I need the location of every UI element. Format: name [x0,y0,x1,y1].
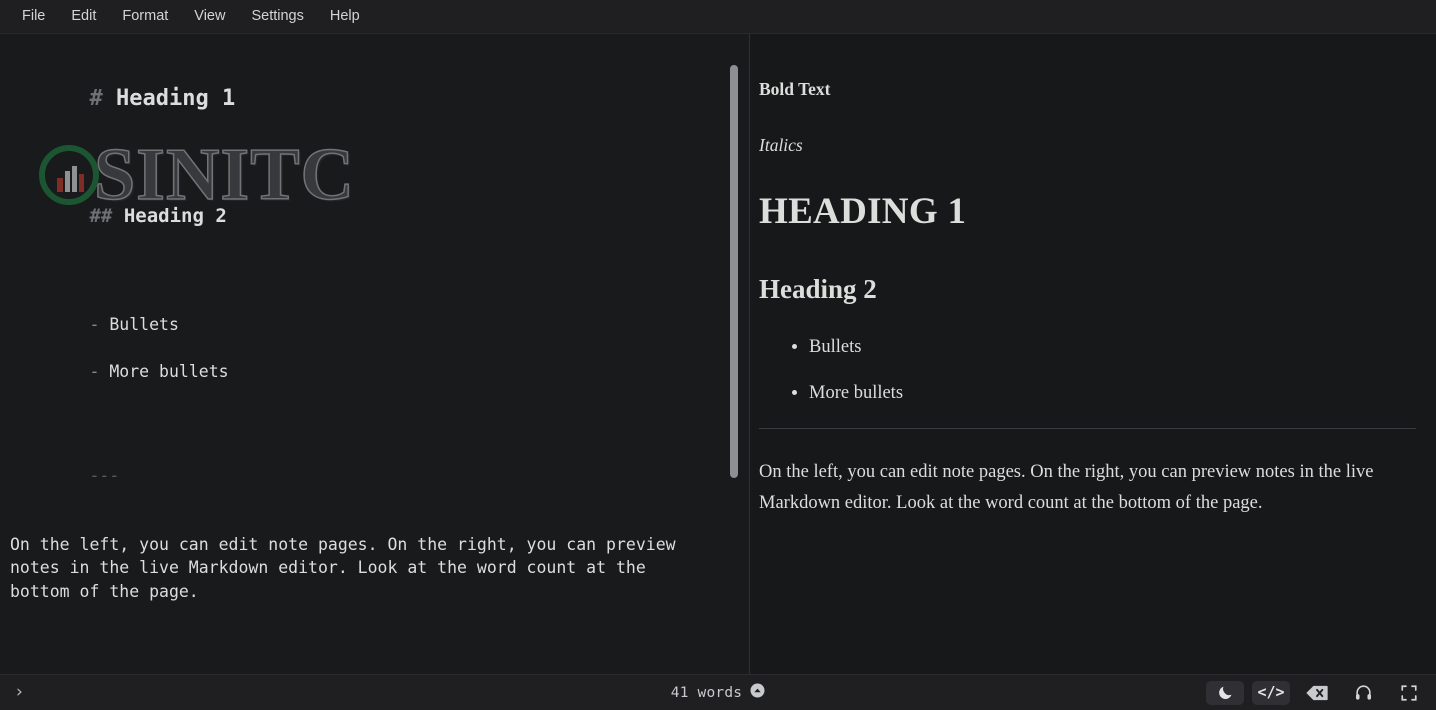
bullet-dash-1: - [89,315,100,335]
menu-edit[interactable]: Edit [59,4,108,29]
markdown-source-editor[interactable]: # Heading 1 ## Heading 2 - Bullets - Mor… [0,34,750,674]
editor-text-content[interactable]: # Heading 1 ## Heading 2 - Bullets - Mor… [10,57,715,649]
menu-bar: File Edit Format View Settings Help [0,0,1436,34]
preview-italic-text: Italics [759,134,803,155]
editor-scrollbar[interactable] [729,34,739,674]
preview-heading-2: Heading 2 [759,273,877,304]
preview-paragraph: On the left, you can edit note pages. On… [759,462,1374,514]
menu-view[interactable]: View [182,4,237,29]
editor-scrollbar-thumb[interactable] [730,65,738,478]
dark-mode-button[interactable] [1206,680,1244,705]
editor-blank-line-2 [10,279,715,290]
source-code-button[interactable]: </> [1252,680,1290,705]
markdown-preview-pane: Bold Text Italics Heading 1 Heading 2 Bu… [750,34,1436,674]
preview-heading-1: Heading 1 [759,190,967,232]
editor-heading2-line: ## Heading 2 [89,205,226,227]
headphones-icon [1354,683,1373,702]
markdown-editor-window: File Edit Format View Settings Help # He… [0,0,1436,710]
bullet-dash-2: - [89,361,100,381]
editor-heading1-line: # Heading 1 [89,86,235,111]
editor-blank-line-1 [10,165,715,176]
chevron-up-circle-icon[interactable] [750,683,765,703]
preview-bullet-list: Bullets More bullets [759,335,1416,407]
editor-bullet-line-1: - Bullets [89,315,178,334]
heading1-source-text: Heading 1 [115,86,236,112]
editor-bullet-line-2: - More bullets [89,362,228,381]
backspace-delete-icon [1306,685,1328,701]
preview-bold-text: Bold Text [759,79,831,99]
heading2-source-text: Heading 2 [123,204,227,227]
heading1-hash-mark: # [89,86,103,112]
status-bar-left: › [8,682,208,703]
preview-content: Bold Text Italics Heading 1 Heading 2 Bu… [759,34,1416,519]
bullet-source-text-2: More bullets [109,361,229,381]
moon-icon [1217,684,1234,701]
preview-horizontal-rule [759,428,1416,430]
status-bar: › 41 words </> [0,674,1436,710]
status-bar-right: </> [1206,680,1428,705]
heading2-hash-mark: ## [89,204,113,227]
code-icon: </> [1257,683,1285,701]
menu-settings[interactable]: Settings [239,4,315,29]
audio-button[interactable] [1344,681,1382,705]
editor-blank-line-3 [10,429,715,440]
menu-help[interactable]: Help [318,4,372,29]
fullscreen-icon [1400,684,1418,702]
bullet-source-text-1: Bullets [109,315,179,335]
editor-hr-line: --- [89,465,120,485]
fullscreen-button[interactable] [1390,681,1428,705]
word-count-label: 41 words [670,684,743,701]
menu-format[interactable]: Format [110,4,180,29]
list-item: More bullets [809,381,1416,406]
editor-paragraph: On the left, you can edit note pages. On… [10,535,686,601]
chevron-right-icon[interactable]: › [8,682,31,703]
list-item: Bullets [809,335,1416,360]
menu-file[interactable]: File [10,4,57,29]
editor-preview-split: # Heading 1 ## Heading 2 - Bullets - Mor… [0,34,1436,674]
backspace-button[interactable] [1298,681,1336,705]
